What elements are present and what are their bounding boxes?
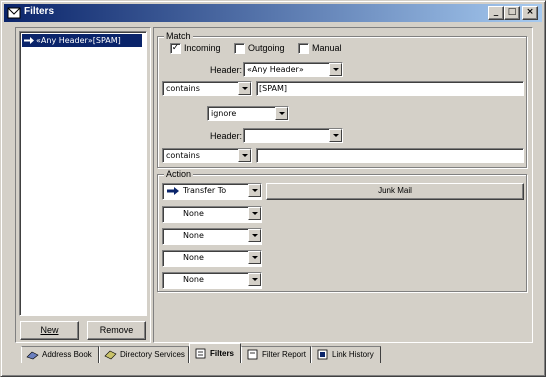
tab-filter-report[interactable]: Filter Report — [241, 346, 311, 363]
window-title: Filters — [24, 6, 55, 17]
chevron-down-icon[interactable] — [238, 149, 251, 162]
action-legend: Action — [164, 169, 194, 179]
chevron-down-icon[interactable] — [238, 82, 251, 95]
address-book-icon — [26, 351, 39, 360]
new-button-label: New — [40, 325, 59, 335]
filter-list[interactable]: «Any Header»[SPAM] — [19, 31, 147, 316]
minimize-button[interactable]: _ — [488, 6, 504, 20]
tab-address-book-label: Address Book — [42, 350, 92, 359]
action1-select[interactable]: Transfer To — [162, 183, 262, 200]
action2-select[interactable]: None — [162, 206, 262, 223]
incoming-checkbox[interactable]: ✓ — [170, 43, 181, 54]
manual-checkbox[interactable] — [298, 43, 309, 54]
chevron-down-icon[interactable] — [329, 129, 342, 142]
outgoing-label: Outgoing — [248, 43, 285, 53]
filters-icon — [195, 348, 206, 359]
filter-list-item[interactable]: «Any Header»[SPAM] — [22, 34, 142, 47]
tab-filter-report-label: Filter Report — [262, 350, 307, 359]
tab-link-history[interactable]: Link History — [311, 346, 381, 363]
action3-value: None — [183, 231, 204, 240]
action-group: Action Transfer To Junk Mail None None N… — [157, 169, 527, 292]
maximize-button[interactable]: □ — [504, 6, 520, 20]
chevron-down-icon[interactable] — [248, 273, 261, 286]
checkmark-icon: ✓ — [171, 43, 180, 53]
condition1-select[interactable]: contains — [162, 81, 252, 96]
condition2-op: contains — [166, 151, 200, 160]
action4-select[interactable]: None — [162, 250, 262, 267]
transfer-arrow-icon — [167, 187, 179, 195]
filter-report-icon — [247, 349, 258, 360]
junk-mail-button[interactable]: Junk Mail — [266, 183, 524, 200]
header1-label: Header: — [210, 65, 243, 75]
condition1-value: [SPAM] — [259, 84, 288, 93]
chevron-down-icon[interactable] — [248, 184, 261, 197]
tab-filters[interactable]: Filters — [189, 343, 241, 363]
conjunction-value: ignore — [211, 109, 237, 118]
mailbox-button-label: Junk Mail — [378, 186, 412, 195]
conjunction-select[interactable]: ignore — [207, 106, 289, 121]
remove-button[interactable]: Remove — [87, 321, 146, 340]
chevron-down-icon[interactable] — [248, 229, 261, 242]
action5-value: None — [183, 275, 204, 284]
incoming-label: Incoming — [184, 43, 221, 53]
header2-label: Header: — [210, 131, 243, 141]
new-button[interactable]: New — [20, 321, 79, 340]
remove-button-label: Remove — [99, 325, 134, 335]
eudora-app-icon — [7, 7, 21, 19]
link-history-icon — [317, 349, 328, 360]
tab-directory-services[interactable]: Directory Services — [99, 346, 189, 363]
directory-services-icon — [104, 350, 117, 360]
maximize-icon: □ — [507, 7, 517, 17]
close-button[interactable]: × — [522, 6, 538, 20]
title-bar[interactable]: Filters _ □ × — [4, 4, 542, 22]
action5-select[interactable]: None — [162, 272, 262, 289]
tab-directory-services-label: Directory Services — [120, 350, 185, 359]
tab-filters-label: Filters — [210, 349, 235, 358]
outgoing-checkbox[interactable] — [234, 43, 245, 54]
header1-select[interactable]: «Any Header» — [243, 62, 343, 77]
action3-select[interactable]: None — [162, 228, 262, 245]
match-legend: Match — [164, 31, 193, 41]
close-icon: × — [526, 7, 534, 17]
condition2-select[interactable]: contains — [162, 148, 252, 163]
action1-value: Transfer To — [183, 186, 227, 195]
header1-value: «Any Header» — [247, 65, 304, 74]
condition2-input[interactable] — [256, 148, 524, 163]
bottom-tab-bar: Address Book Directory Services Filters … — [15, 343, 535, 365]
chevron-down-icon[interactable] — [329, 63, 342, 76]
match-group: Match ✓ Incoming Outgoing Manual Header:… — [157, 31, 527, 168]
action4-value: None — [183, 253, 204, 262]
tab-link-history-label: Link History — [332, 350, 374, 359]
filter-list-item-label: «Any Header»[SPAM] — [36, 36, 121, 45]
action2-value: None — [183, 209, 204, 218]
filters-window: Filters _ □ × «Any Header»[SPAM] New Rem… — [0, 0, 546, 377]
condition1-op: contains — [166, 84, 200, 93]
condition1-input[interactable]: [SPAM] — [256, 81, 524, 96]
transfer-arrow-icon — [24, 37, 34, 44]
header2-select[interactable] — [243, 128, 343, 143]
chevron-down-icon[interactable] — [248, 207, 261, 220]
chevron-down-icon[interactable] — [248, 251, 261, 264]
manual-label: Manual — [312, 43, 342, 53]
chevron-down-icon[interactable] — [275, 107, 288, 120]
tab-address-book[interactable]: Address Book — [21, 346, 99, 363]
minimize-icon: _ — [493, 7, 499, 17]
